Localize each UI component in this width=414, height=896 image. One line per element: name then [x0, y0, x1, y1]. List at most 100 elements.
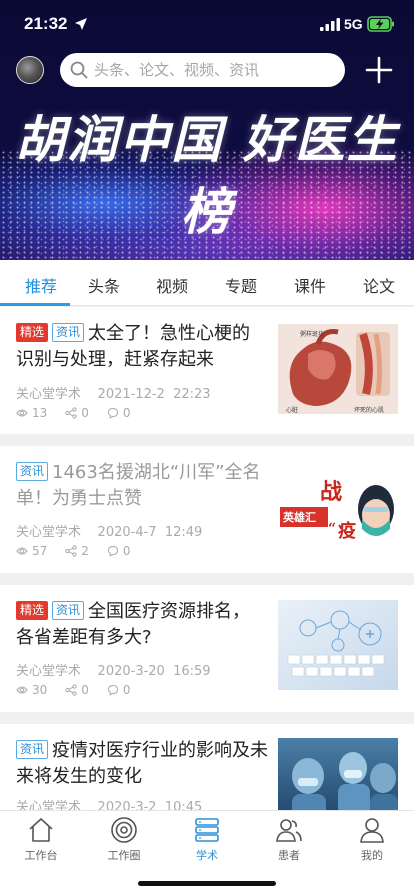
tag-news: 资讯 [16, 740, 49, 759]
nav-label: 工作台 [24, 849, 58, 862]
article-card[interactable]: 资讯 1463名援湖北“川军”全名单！为勇士点赞 关心堂学术 2020-4-7 1… [0, 446, 414, 573]
article-title-block: 资讯 1463名援湖北“川军”全名单！为勇士点赞 [16, 460, 268, 512]
nav-academic[interactable]: 学术 [177, 815, 237, 863]
heart-illustration: 粥样斑块 心脏 坏死的心肌 [278, 324, 398, 414]
search-bar[interactable] [60, 53, 345, 87]
signal-icon [320, 18, 340, 31]
article-stats: 57 2 0 [16, 544, 149, 558]
thumb-label: 英雄汇 [282, 510, 316, 524]
tab-videos[interactable]: 视频 [156, 273, 188, 297]
article-thumbnail: 英雄汇 战 “ 疫 [278, 463, 398, 553]
article-title-block: 资讯 疫情对医疗行业的影响及未来将发生的变化 [16, 738, 268, 790]
article-source: 关心堂学术 [16, 800, 82, 810]
article-stats: 13 0 0 [16, 406, 149, 420]
hero-title: 胡润中国 好医生榜 [15, 110, 399, 241]
thumb-label: 心脏 [286, 406, 298, 414]
medical-keyboard-illustration [278, 600, 398, 690]
status-time: 21:32 [24, 14, 68, 33]
comments-count: 0 [122, 406, 131, 420]
article-date: 2021-12-2 [97, 387, 165, 402]
tag-news: 资讯 [52, 323, 85, 342]
nav-workbench[interactable]: 工作台 [11, 815, 71, 863]
article-title: 疫情对医疗行业的影响及未来将发生的变化 [16, 740, 269, 787]
nav-mine[interactable]: 我的 [342, 815, 402, 863]
article-time: 22:23 [173, 387, 211, 402]
thumb-label: “ [328, 521, 336, 537]
article-card[interactable]: 精选 资讯 全国医疗资源排名，各省差距有多大? 关心堂学术 2020-3-20 16… [0, 585, 414, 712]
article-stats: 30 0 0 [16, 683, 149, 697]
category-tabs: 推荐 头条 视频 专题 课件 论文 [0, 260, 414, 306]
views-count: 57 [32, 544, 48, 558]
share-icon [65, 684, 77, 696]
shares-count: 0 [81, 683, 89, 697]
article-thumbnail [278, 600, 398, 690]
nav-patients[interactable]: 患者 [259, 815, 319, 863]
tab-topics[interactable]: 专题 [225, 273, 257, 297]
thumb-label: 疫 [338, 520, 356, 542]
views-count: 30 [32, 683, 48, 697]
article-title-block: 精选 资讯 全国医疗资源排名，各省差距有多大? [16, 599, 268, 651]
patients-icon [276, 819, 302, 842]
circle-icon [111, 817, 137, 843]
search-input[interactable] [94, 55, 334, 85]
article-time: 12:49 [164, 525, 203, 540]
thumb-label: 战 [320, 479, 342, 505]
profile-icon [360, 818, 384, 843]
comments-count: 0 [122, 683, 131, 697]
comment-icon [107, 684, 118, 696]
location-arrow-icon [75, 18, 87, 30]
add-plus-icon[interactable] [365, 56, 393, 84]
nav-work-circle[interactable]: 工作圈 [94, 815, 154, 863]
article-date: 2020-3-2 [97, 800, 157, 810]
article-source: 关心堂学术 [16, 664, 82, 679]
article-source: 关心堂学术 [16, 387, 82, 402]
article-meta: 关心堂学术 2020-3-2 10:45 [16, 796, 202, 810]
search-icon [70, 61, 88, 79]
nav-label: 我的 [361, 849, 383, 862]
battery-charging-icon [367, 16, 394, 32]
article-title-block: 精选 资讯 太全了！急性心梗的识别与处理，赶紧存起来 [16, 321, 268, 373]
article-meta: 关心堂学术 2020-4-7 12:49 [16, 521, 202, 540]
nav-label: 学术 [196, 849, 218, 862]
article-thumbnail [278, 738, 398, 810]
shares-count: 0 [81, 406, 89, 420]
user-avatar[interactable] [16, 56, 44, 84]
article-source: 关心堂学术 [16, 525, 82, 540]
thumb-label: 粥样斑块 [300, 330, 324, 338]
share-icon [65, 407, 77, 419]
nav-label: 工作圈 [107, 849, 141, 862]
active-tab-indicator [0, 303, 70, 306]
views-count: 13 [32, 406, 48, 420]
network-type: 5G [344, 16, 363, 32]
tab-courseware[interactable]: 课件 [294, 273, 326, 297]
tag-featured: 精选 [16, 323, 49, 342]
eye-icon [16, 547, 28, 555]
article-meta: 关心堂学术 2020-3-20 16:59 [16, 660, 211, 679]
fight-epidemic-illustration: 英雄汇 战 “ 疫 [278, 463, 398, 553]
status-bar: 21:32 5G [0, 0, 414, 50]
article-meta: 关心堂学术 2021-12-2 22:23 [16, 383, 211, 402]
comments-count: 0 [122, 544, 131, 558]
comment-icon [107, 407, 118, 419]
article-card[interactable]: 精选 资讯 太全了！急性心梗的识别与处理，赶紧存起来 关心堂学术 2021-12-2… [0, 307, 414, 434]
article-date: 2020-3-20 [97, 664, 165, 679]
home-indicator [138, 881, 276, 886]
eye-icon [16, 686, 28, 694]
article-thumbnail: 粥样斑块 心脏 坏死的心肌 [278, 324, 398, 414]
shares-count: 2 [81, 544, 89, 558]
article-card[interactable]: 资讯 疫情对医疗行业的影响及未来将发生的变化 关心堂学术 2020-3-2 10:… [0, 724, 414, 810]
article-time: 10:45 [164, 800, 203, 810]
tag-featured: 精选 [16, 601, 49, 620]
article-date: 2020-4-7 [97, 525, 157, 540]
home-icon [29, 818, 53, 842]
nav-label: 患者 [278, 849, 300, 862]
thumb-label: 坏死的心肌 [354, 406, 384, 414]
share-icon [65, 545, 77, 557]
tag-news: 资讯 [52, 601, 85, 620]
server-icon [195, 818, 219, 842]
tab-papers[interactable]: 论文 [363, 273, 395, 297]
eye-icon [16, 409, 28, 417]
tab-headlines[interactable]: 头条 [88, 273, 120, 297]
surgeons-photo-illustration [278, 738, 398, 810]
tab-recommend[interactable]: 推荐 [25, 273, 57, 297]
